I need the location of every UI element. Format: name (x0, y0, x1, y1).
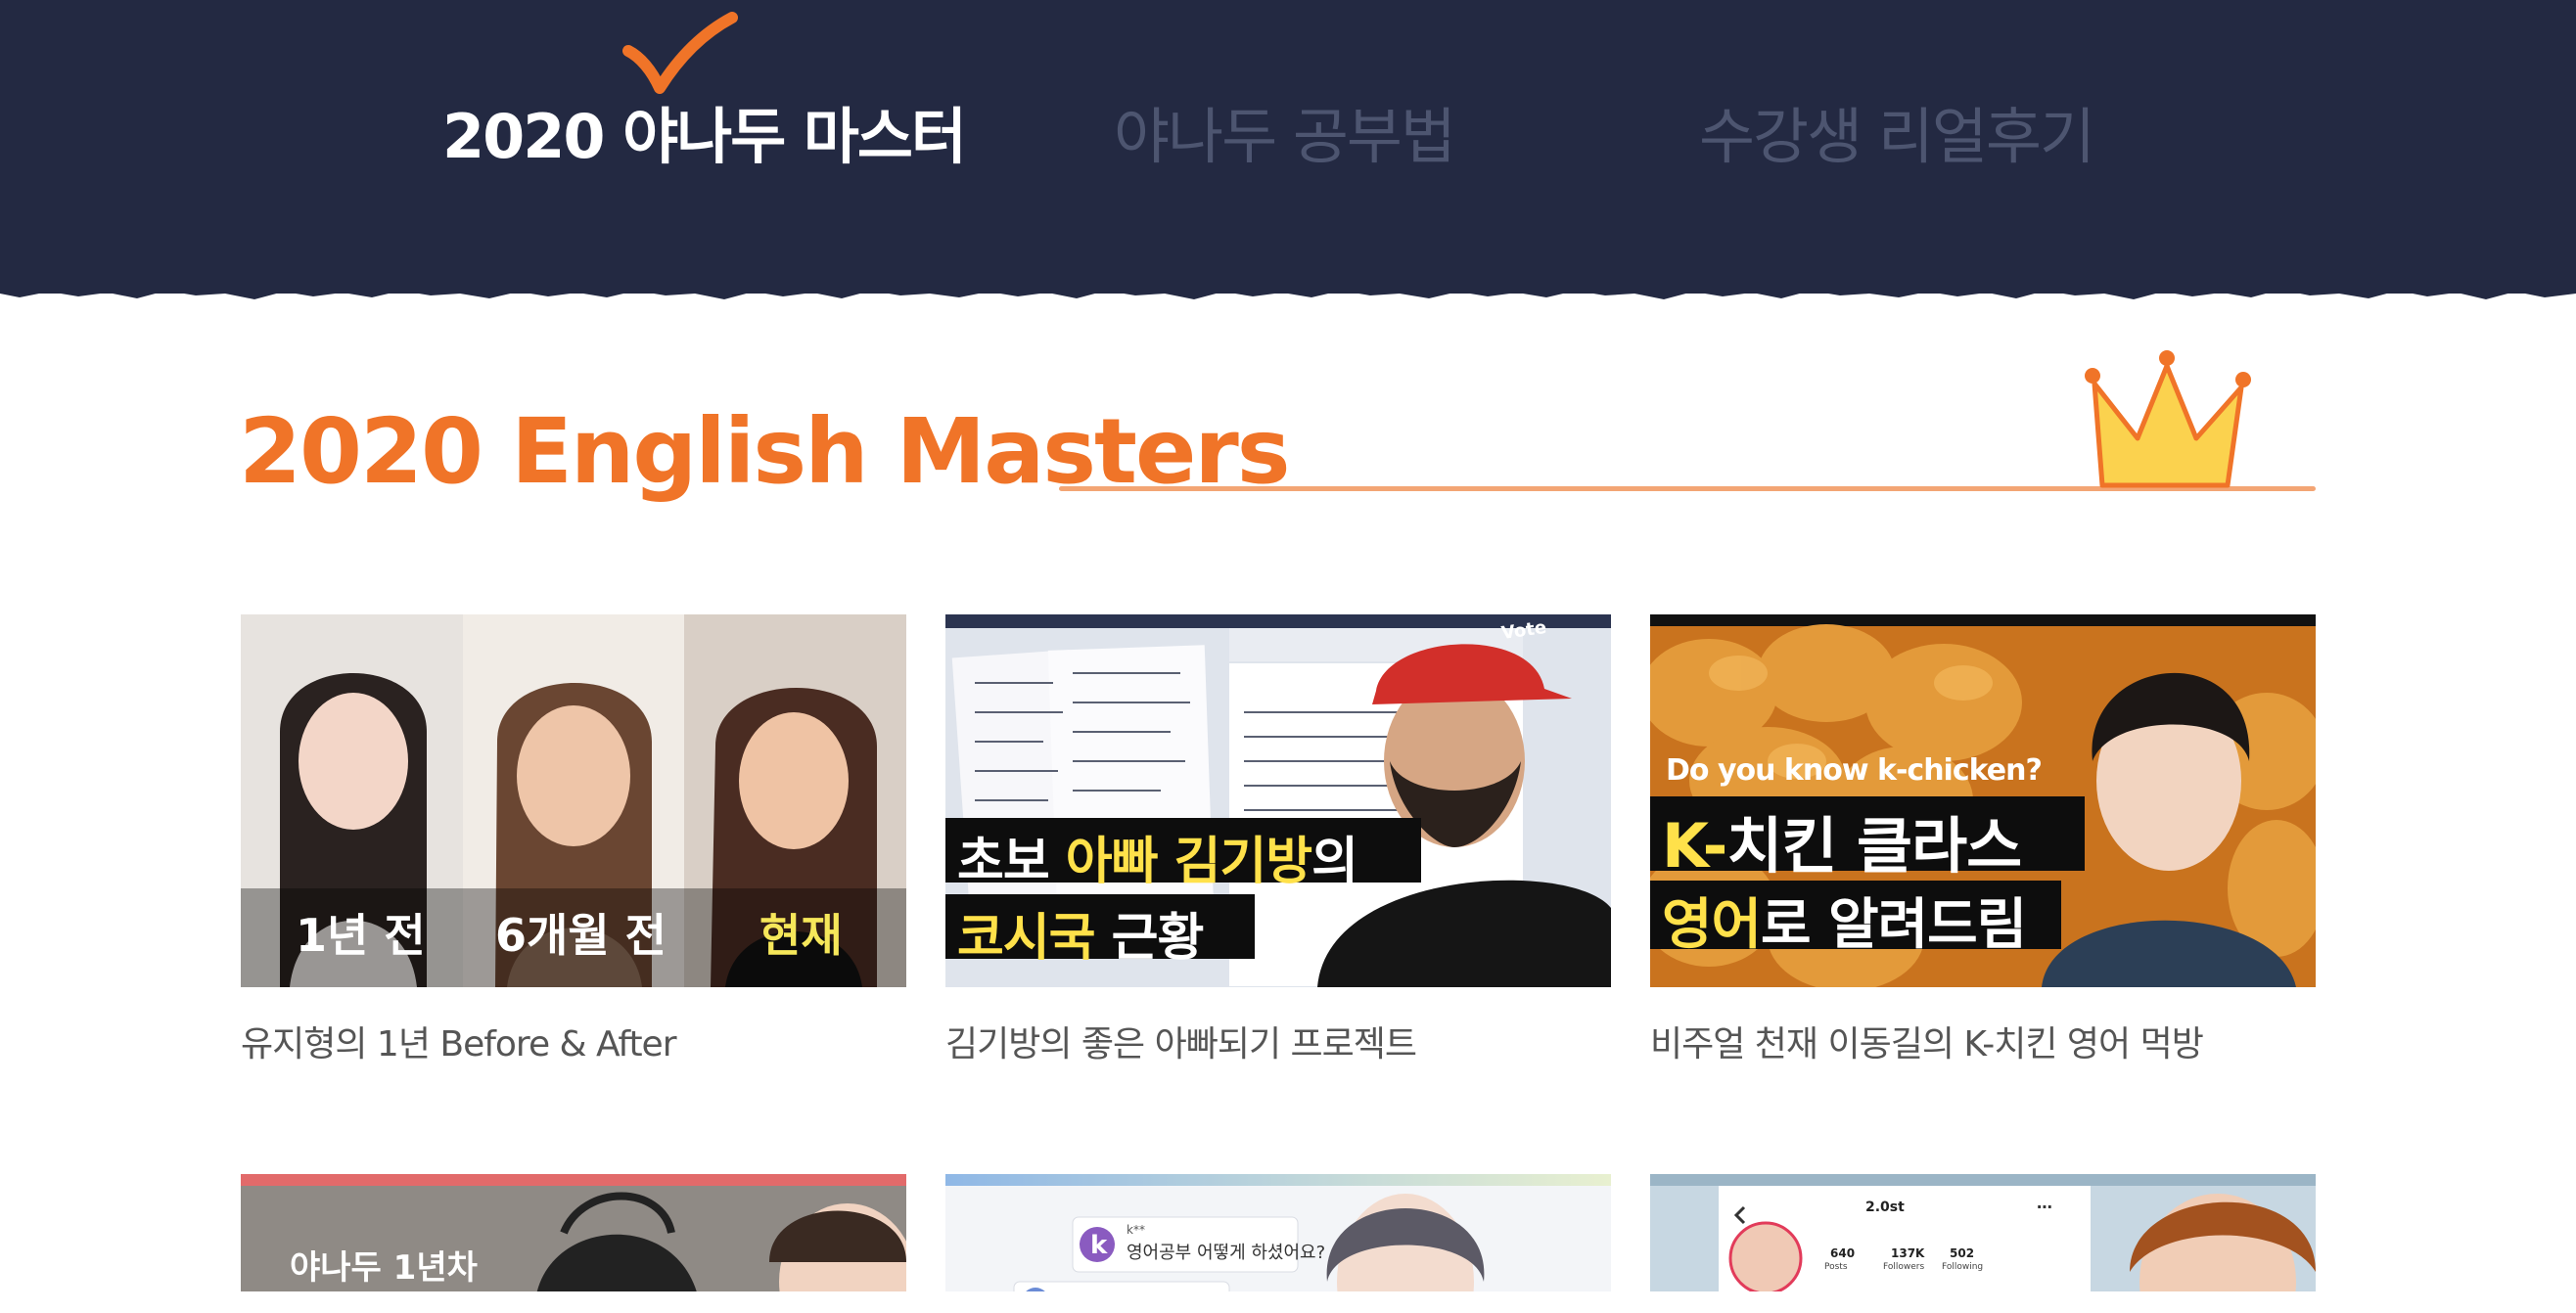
video-title[interactable]: 비주얼 천재 이동길의 K-치킨 영어 먹방 (1650, 1016, 2204, 1066)
stat-following: 502 (1950, 1246, 1975, 1260)
video-thumbnail[interactable]: 1년 전 6개월 전 현재 (241, 614, 906, 987)
stat-following-label: Following (1942, 1262, 1984, 1272)
chat-message: 영어공부 어떻게 하셨어요? (1127, 1243, 1326, 1263)
crown-icon (2085, 350, 2251, 488)
nav-tab-2020-masters[interactable]: 2020 야나두 마스터 (442, 98, 967, 176)
thumbnail-caption: K-치킨 클라스 (1662, 810, 2022, 882)
video-thumbnail[interactable]: 2.0st ⋯ 640 Posts 137K Followers 502 Fol… (1650, 1174, 2316, 1291)
thumbnail-caption: 초보 아빠 김기방의 (957, 833, 1358, 891)
thumbnail-image (945, 1174, 1611, 1291)
torn-paper-edge (0, 280, 2576, 299)
chat-name: k** (1127, 1223, 1145, 1237)
thumbnail-image (1650, 1174, 2316, 1291)
thumbnail-caption: 6개월 전 (495, 909, 667, 962)
nav-tab-study-method[interactable]: 야나두 공부법 (1114, 98, 1456, 176)
stat-followers: 137K (1891, 1246, 1925, 1260)
stat-posts-label: Posts (1824, 1262, 1848, 1272)
video-thumbnail[interactable]: Do you know k-chicken? K-치킨 클라스 영어로 알려드림 (1650, 614, 2316, 987)
thumbnail-caption: 코시국 근황 (957, 909, 1204, 968)
video-title[interactable]: 김기방의 좋은 아빠되기 프로젝트 (945, 1016, 1417, 1066)
thumbnail-caption: 현재 (759, 909, 843, 962)
video-thumbnail[interactable]: 야나두 1년차 (241, 1174, 906, 1291)
video-thumbnail[interactable]: k k** 영어공부 어떻게 하셨어요? (945, 1174, 1611, 1291)
video-title[interactable]: 유지형의 1년 Before & After (241, 1016, 677, 1066)
top-nav-bar: 2020 야나두 마스터 야나두 공부법 수강생 리얼후기 (0, 0, 2576, 294)
check-icon (622, 12, 738, 94)
thumbnail-caption: 1년 전 (296, 909, 426, 962)
thumbnail-caption: 야나두 1년차 (290, 1248, 478, 1288)
stat-followers-label: Followers (1883, 1262, 1925, 1272)
nav-tab-reviews[interactable]: 수강생 리얼후기 (1699, 98, 2095, 176)
thumbnail-caption: 영어로 알려드림 (1662, 893, 2027, 957)
profile-name: 2.0st (1865, 1200, 1905, 1215)
video-thumbnail[interactable]: Vote 초보 아빠 김기방의 코시국 근황 (945, 614, 1611, 987)
avatar-letter: k (1090, 1231, 1108, 1260)
more-icon: ⋯ (2037, 1198, 2052, 1216)
stat-posts: 640 (1830, 1246, 1856, 1260)
thumbnail-subcaption: Do you know k-chicken? (1666, 753, 2043, 788)
